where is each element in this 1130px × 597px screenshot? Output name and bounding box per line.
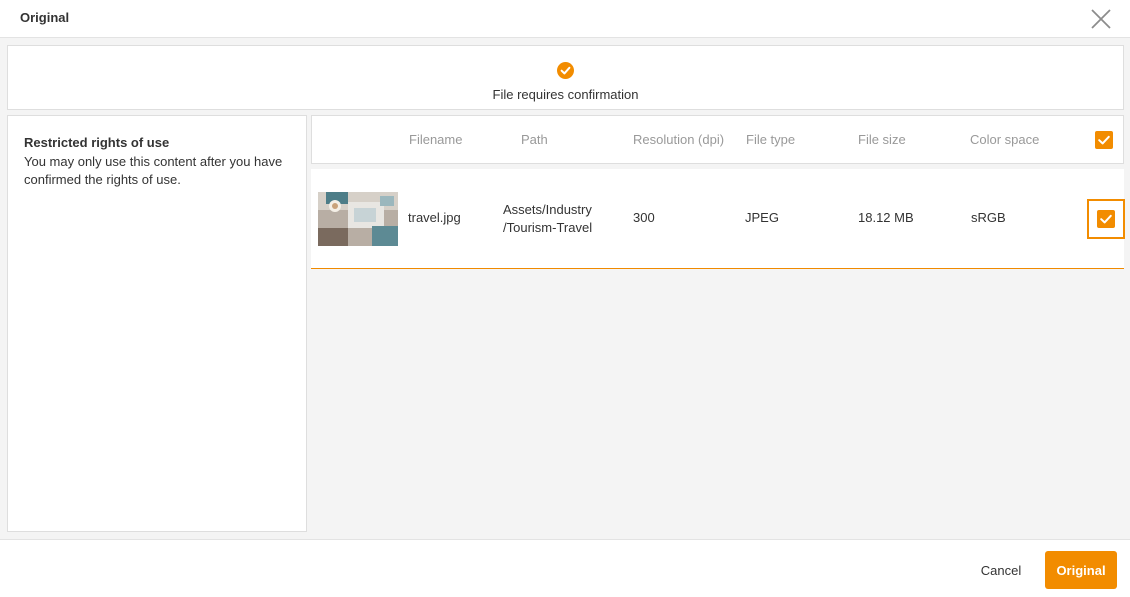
cell-filename: travel.jpg — [408, 210, 461, 225]
original-button[interactable]: Original — [1045, 551, 1117, 589]
table-row[interactable]: travel.jpg Assets/Industry /Tourism-Trav… — [311, 169, 1125, 269]
rights-title: Restricted rights of use — [24, 135, 170, 150]
cell-color-space: sRGB — [971, 210, 1006, 225]
checkmark-icon — [1098, 135, 1110, 145]
dialog-title: Original — [20, 10, 70, 25]
dialog-body: File requires confirmation Restricted ri… — [0, 38, 1130, 539]
cell-path-line-2: /Tourism-Travel — [503, 220, 593, 235]
cell-resolution: 300 — [633, 210, 655, 225]
row-checkbox[interactable] — [1097, 210, 1115, 228]
dialog-header: Original — [0, 0, 1130, 38]
column-header-file-size[interactable]: File size — [858, 132, 906, 147]
select-all-checkbox[interactable] — [1095, 131, 1113, 149]
column-header-path[interactable]: Path — [521, 132, 548, 147]
cell-path: Assets/Industry /Tourism-Travel — [503, 201, 592, 237]
cell-file-size: 18.12 MB — [858, 210, 914, 225]
column-header-color-space[interactable]: Color space — [970, 132, 1039, 147]
confirmation-message: File requires confirmation — [492, 87, 639, 102]
close-button[interactable] — [1088, 6, 1114, 32]
rights-panel: Restricted rights of use You may only us… — [7, 115, 307, 532]
checkmark-icon — [1100, 214, 1112, 224]
cancel-button[interactable]: Cancel — [968, 553, 1034, 587]
rights-description: You may only use this content after you … — [24, 154, 283, 187]
travel-photo-thumbnail — [318, 192, 398, 246]
table-header: Filename Path Resolution (dpi) File type… — [311, 115, 1124, 164]
close-icon — [1091, 9, 1111, 29]
cell-path-line-1: Assets/Industry — [503, 202, 592, 217]
confirmation-banner: File requires confirmation — [7, 45, 1124, 110]
column-header-resolution[interactable]: Resolution (dpi) — [633, 132, 724, 147]
column-header-filename[interactable]: Filename — [409, 132, 462, 147]
dialog-footer: Cancel Original — [0, 539, 1130, 597]
check-circle-icon — [557, 62, 574, 79]
column-header-file-type[interactable]: File type — [746, 132, 795, 147]
cell-file-type: JPEG — [745, 210, 779, 225]
